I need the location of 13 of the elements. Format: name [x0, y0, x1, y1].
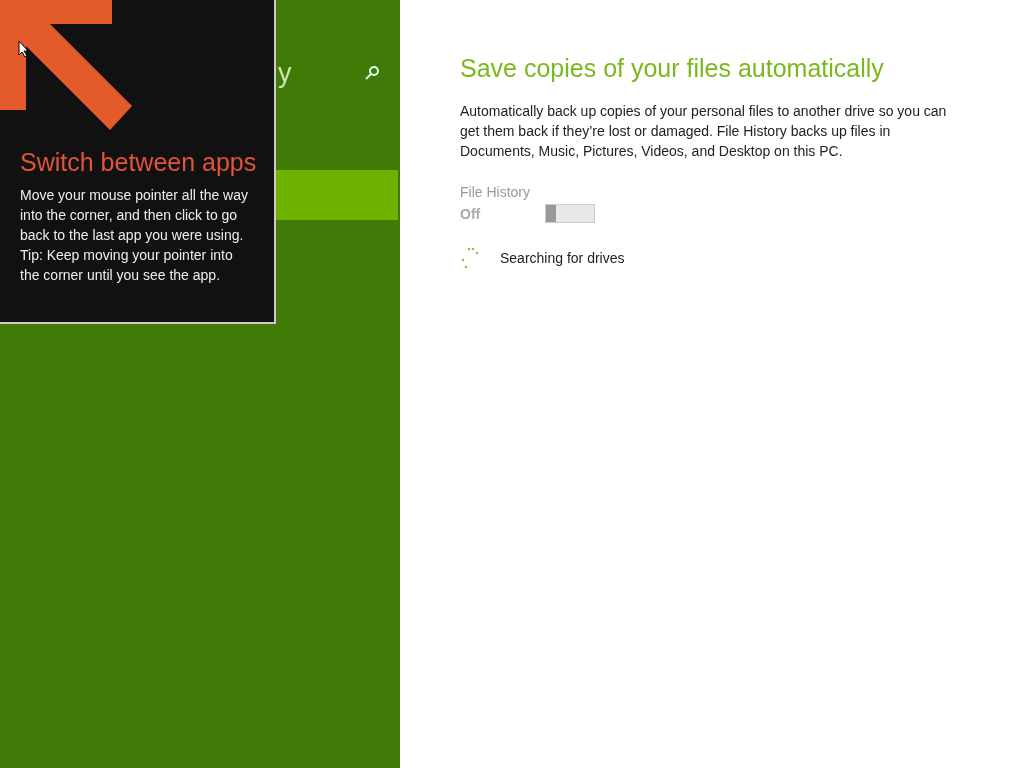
status-text: Searching for drives [500, 250, 625, 266]
cursor-icon [18, 40, 30, 58]
toggle-state: Off [460, 205, 482, 222]
page-heading: Save copies of your files automatically [460, 54, 885, 83]
tip-text: Move your mouse pointer all the way into the corner, and then click to go back to the last app you were using. [20, 186, 249, 245]
tip-hint: Tip: Keep moving your pointer into the corner until you see the app. [20, 246, 234, 285]
spinner-icon [460, 247, 480, 269]
pane-title: y [278, 57, 293, 89]
search-icon[interactable] [364, 65, 380, 81]
toggle-label: File History [460, 184, 531, 200]
description-text: Automatically back up copies of your personal files to another drive so you can get them back if they’re lost or damaged. File History backs up files in Documents, Music, Pictures, Videos, and Desktop on this PC. [460, 102, 948, 161]
tip-title: Switch between apps [20, 148, 258, 177]
arrow-icon [0, 0, 132, 132]
